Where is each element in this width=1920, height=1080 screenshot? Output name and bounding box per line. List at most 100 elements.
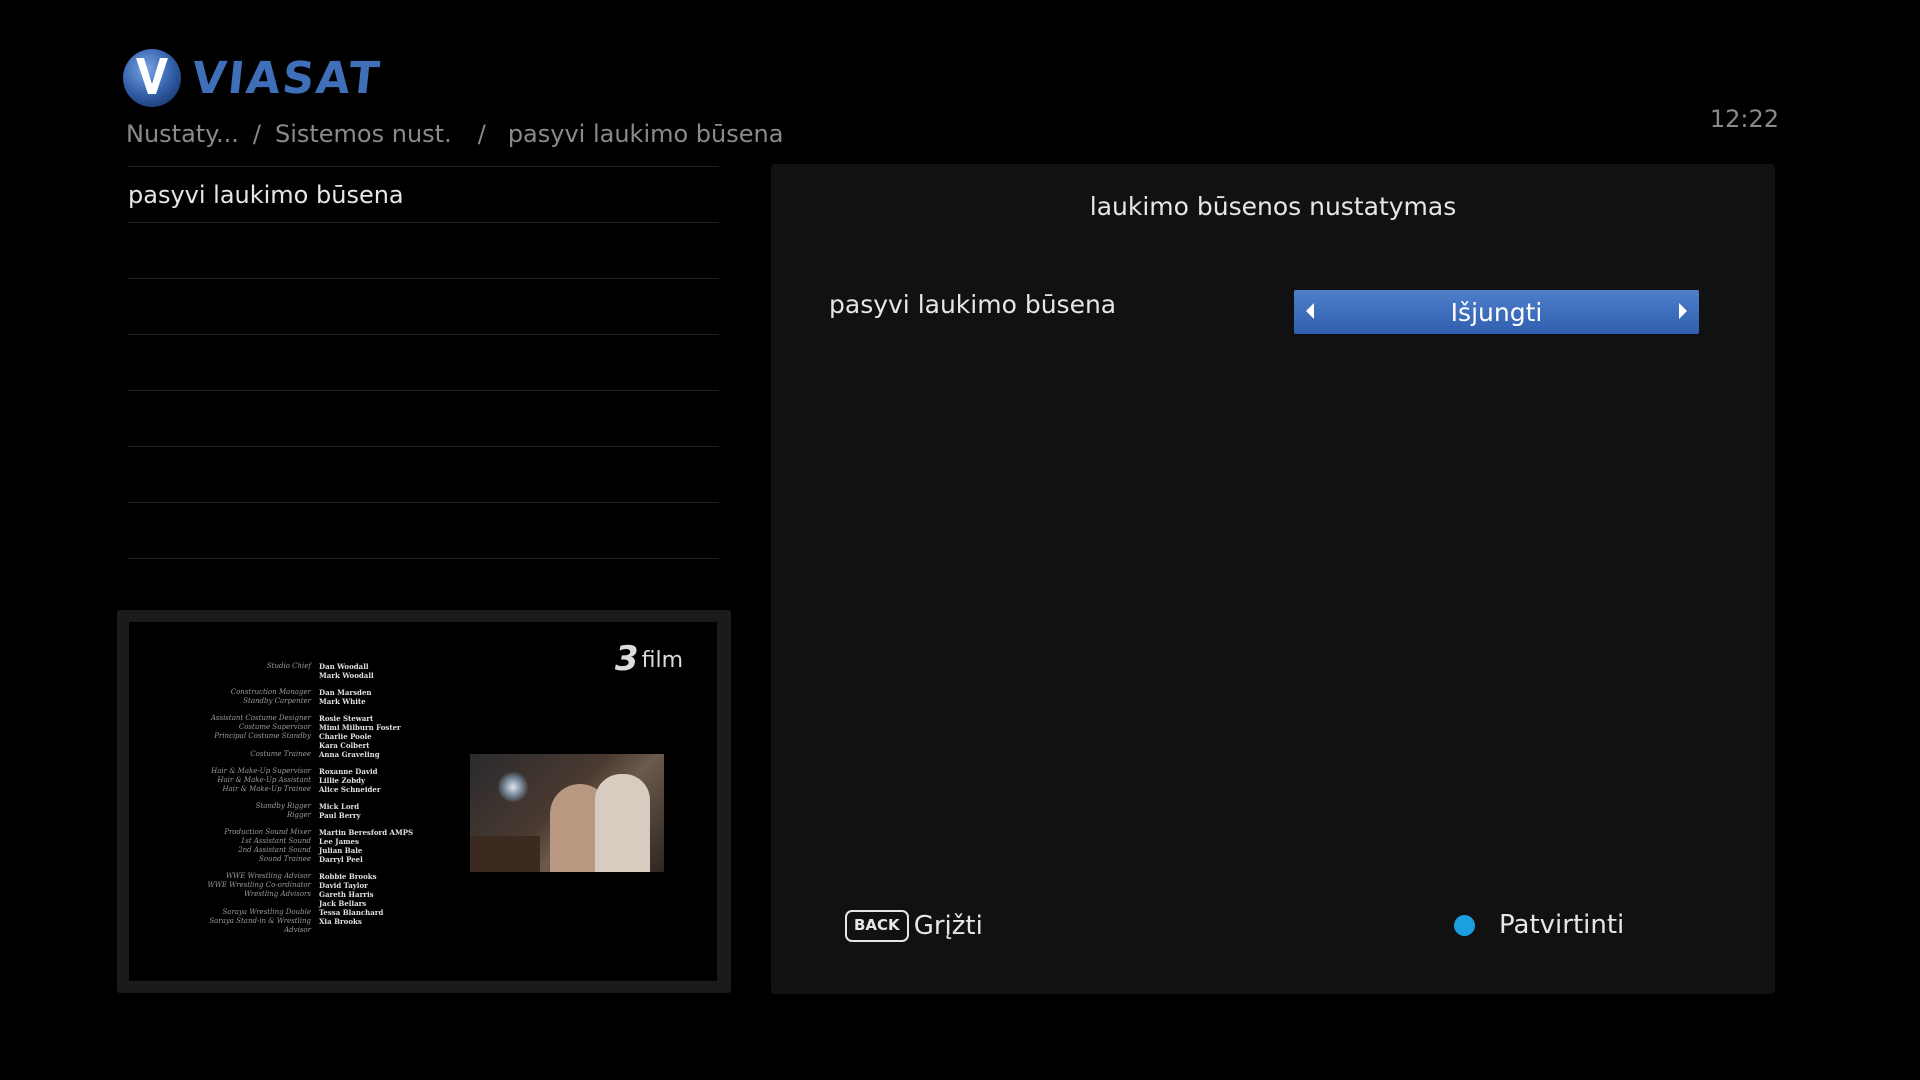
credit-line: Kara Colbert	[203, 741, 423, 750]
credit-role: Production Sound Mixer	[224, 828, 311, 836]
credit-role: Hair & Make-Up Assistant	[217, 776, 311, 784]
credit-role: Hair & Make-Up Trainee	[222, 785, 311, 793]
breadcrumb-item[interactable]: Nustaty...	[126, 120, 239, 148]
credit-role: 2nd Assistant Sound	[238, 846, 311, 854]
arrow-left-icon[interactable]	[1306, 303, 1314, 319]
credit-role: Construction Manager	[230, 688, 311, 696]
breadcrumb-separator: /	[477, 120, 486, 148]
credit-role	[203, 899, 319, 908]
brand-name: VIASAT	[189, 52, 384, 104]
credit-block: Assistant Costume Designer Rosie Stewart C…	[203, 714, 423, 759]
credit-person: Dan Woodall	[319, 662, 369, 671]
credit-block: Construction Manager Dan Marsden Standby C…	[203, 688, 423, 706]
breadcrumb-item[interactable]: Sistemos nust.	[275, 120, 452, 148]
credit-line: Mark Woodall	[203, 671, 423, 680]
credit-line: Standby Carpenter Mark White	[203, 697, 423, 706]
credit-person: Mark White	[319, 697, 366, 706]
credit-person: Roxanne David	[319, 767, 378, 776]
confirm-button[interactable]: Patvirtinti	[1454, 910, 1624, 940]
credit-line: Hair & Make-Up Assistant Lillie Zobdy	[203, 776, 423, 785]
standby-mode-selector[interactable]: Išjungti	[1294, 290, 1699, 334]
credit-block: Production Sound Mixer Martin Beresford A…	[203, 828, 423, 864]
credit-line: Hair & Make-Up Supervisor Roxanne David	[203, 767, 423, 776]
credit-block: Hair & Make-Up Supervisor Roxanne David Ha…	[203, 767, 423, 794]
arrow-right-icon[interactable]	[1679, 303, 1687, 319]
credit-role: Saraya Wrestling Double	[222, 908, 311, 916]
credit-line: Hair & Make-Up Trainee Alice Schneider	[203, 785, 423, 794]
end-credits: Studio Chief Dan Woodall Mark Woodall Const…	[203, 662, 423, 934]
credit-role: Studio Chief	[266, 662, 311, 670]
back-button[interactable]: BACK Grįžti	[845, 910, 983, 942]
menu-item-empty	[128, 503, 719, 559]
selector-value: Išjungti	[1450, 297, 1543, 327]
credit-person: Kara Colbert	[319, 741, 370, 750]
credit-person: Paul Berry	[319, 811, 361, 820]
credit-person: Martin Beresford AMPS	[319, 828, 414, 837]
screen: VIASAT Nustaty... / Sistemos nust. / pas…	[0, 0, 1920, 1080]
scene-figure	[595, 774, 650, 872]
credit-role: Costume Trainee	[250, 750, 311, 758]
credit-person: Dan Marsden	[319, 688, 372, 697]
settings-panel: laukimo būsenos nustatymas pasyvi laukim…	[771, 164, 1775, 994]
credit-person: Lee James	[319, 837, 359, 846]
back-key-icon: BACK	[845, 910, 909, 942]
credit-role: Costume Supervisor	[238, 723, 311, 731]
credit-person: Anna Graveling	[319, 750, 380, 759]
credit-line: Costume Trainee Anna Graveling	[203, 750, 423, 759]
credit-role: Wrestling Advisors	[244, 890, 311, 898]
credit-block: WWE Wrestling Advisor Robbie Brooks WWE Wr…	[203, 872, 423, 934]
credit-role: Assistant Costume Designer	[210, 714, 311, 722]
credit-line: Rigger Paul Berry	[203, 811, 423, 820]
credit-line: Production Sound Mixer Martin Beresford A…	[203, 828, 423, 837]
credit-line: Principal Costume Standby Charlie Poole	[203, 732, 423, 741]
credit-person: Jack Bellars	[319, 899, 367, 908]
scene-lamp	[498, 772, 528, 802]
channel-logo: 3 film	[614, 639, 683, 679]
credit-line: Jack Bellars	[203, 899, 423, 908]
credit-line: 1st Assistant Sound Lee James	[203, 837, 423, 846]
breadcrumb-current: pasyvi laukimo būsena	[507, 120, 784, 148]
menu-item-empty	[128, 335, 719, 391]
blue-button-icon	[1454, 914, 1475, 936]
channel-logo-number: 3	[614, 639, 639, 679]
credit-role: Standby Carpenter	[243, 697, 311, 705]
credit-role: Sound Trainee	[259, 855, 311, 863]
back-label: Grįžti	[913, 911, 983, 941]
credit-line: WWE Wrestling Advisor Robbie Brooks	[203, 872, 423, 881]
credit-role	[203, 741, 319, 750]
credit-block: Studio Chief Dan Woodall Mark Woodall	[203, 662, 423, 680]
credit-person: Mimi Milburn Foster	[319, 723, 401, 732]
panel-title: laukimo būsenos nustatymas	[1089, 192, 1457, 221]
menu-item-empty	[128, 391, 719, 447]
credit-line: Costume Supervisor Mimi Milburn Foster	[203, 723, 423, 732]
credit-role: Hair & Make-Up Supervisor	[211, 767, 311, 775]
credit-person: Xia Brooks	[319, 917, 362, 926]
menu-item-empty	[128, 279, 719, 335]
credit-role: Principal Costume Standby	[214, 732, 311, 740]
channel-logo-name: film	[641, 648, 683, 673]
menu-item[interactable]: pasyvi laukimo būsena	[128, 166, 719, 223]
credit-role: 1st Assistant Sound	[240, 837, 311, 845]
credit-role: WWE Wrestling Co-ordinator	[207, 881, 311, 889]
setting-label: pasyvi laukimo būsena	[829, 290, 1117, 319]
credit-line: WWE Wrestling Co-ordinator David Taylor	[203, 881, 423, 890]
credit-role: Standby Rigger	[255, 802, 311, 810]
credit-person: Charlie Poole	[319, 732, 372, 741]
settings-menu-list: pasyvi laukimo būsena	[128, 166, 719, 559]
clock: 12:22	[1709, 105, 1779, 133]
credit-line: Saraya Wrestling Double Tessa Blanchard	[203, 908, 423, 917]
credit-person: Mark Woodall	[319, 671, 374, 680]
credit-line: Wrestling Advisors Gareth Harris	[203, 890, 423, 899]
credit-person: Darryl Peel	[319, 855, 363, 864]
breadcrumb: Nustaty... / Sistemos nust. / pasyvi lau…	[126, 120, 783, 148]
credit-person: Gareth Harris	[319, 890, 374, 899]
credit-role: WWE Wrestling Advisor	[225, 872, 311, 880]
tv-preview-video: 3 film Studio Chief Dan Woodall Mark Wooda…	[129, 622, 717, 981]
credit-person: Lillie Zobdy	[319, 776, 366, 785]
credit-person: Robbie Brooks	[319, 872, 377, 881]
credit-line: Construction Manager Dan Marsden	[203, 688, 423, 697]
credit-line: Assistant Costume Designer Rosie Stewart	[203, 714, 423, 723]
credit-role	[203, 671, 319, 680]
breadcrumb-separator: /	[252, 120, 261, 148]
credit-person: Mick Lord	[319, 802, 360, 811]
